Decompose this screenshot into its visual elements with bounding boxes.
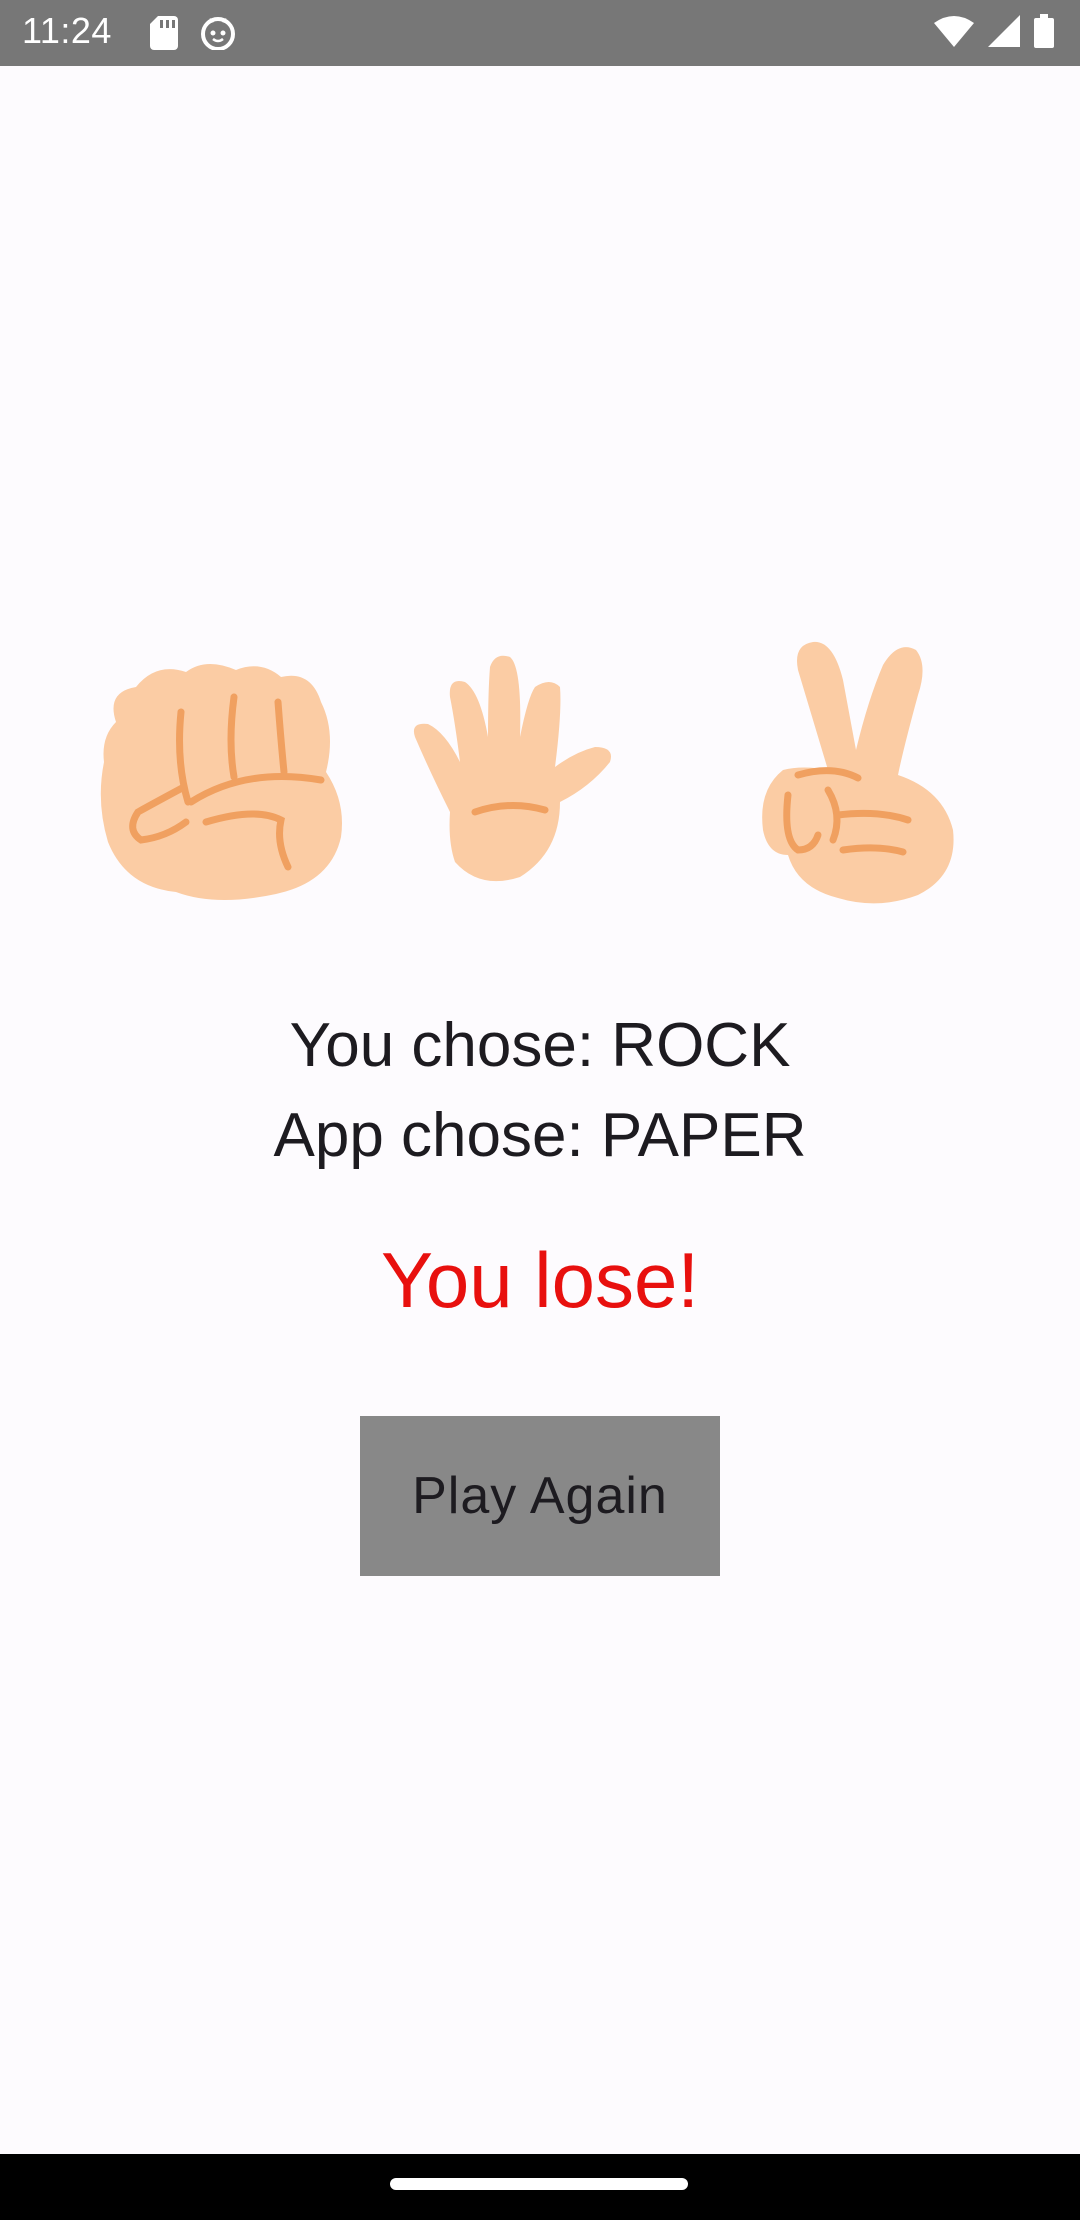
status-right-icons <box>934 14 1054 48</box>
sd-card-icon <box>150 16 178 50</box>
you-chose-text: You chose: ROCK <box>289 1011 791 1080</box>
status-left-icons <box>150 16 236 50</box>
battery-icon <box>1034 14 1054 48</box>
status-time: 11:24 <box>22 10 112 51</box>
scissors-peace-hand-icon <box>758 640 978 910</box>
app-chose-text: App chose: PAPER <box>273 1101 807 1170</box>
status-bar: 11:24 <box>0 0 1080 66</box>
rock-fist-icon <box>96 652 356 902</box>
navigation-bar <box>0 2154 1080 2220</box>
outcome-text: You lose! <box>380 1236 700 1324</box>
cat-face-icon <box>200 16 236 50</box>
paper-open-hand-icon <box>410 652 670 902</box>
home-gesture-handle[interactable] <box>390 2178 688 2190</box>
cellular-signal-icon <box>988 15 1020 47</box>
play-again-button[interactable]: Play Again <box>360 1416 720 1576</box>
wifi-icon <box>934 15 974 47</box>
hands-row <box>0 640 1080 920</box>
